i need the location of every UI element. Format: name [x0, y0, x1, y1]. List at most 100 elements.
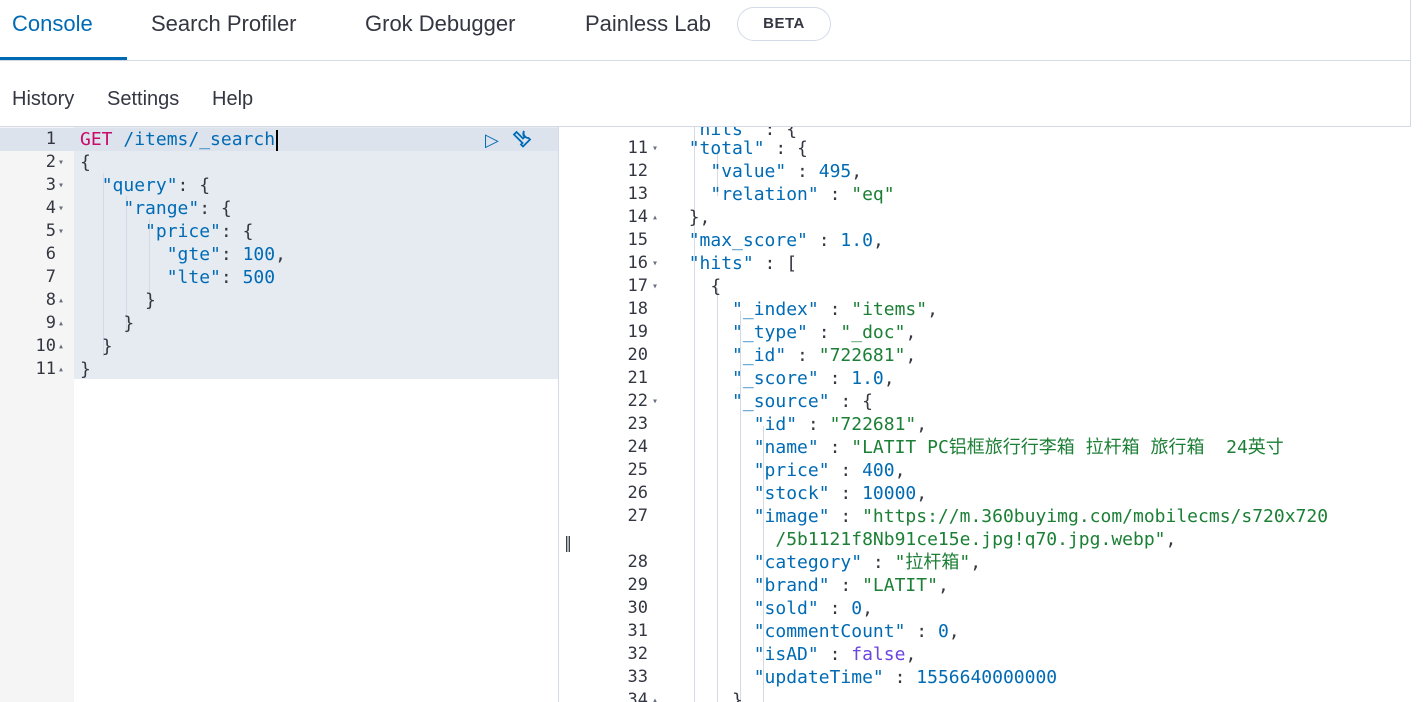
request-line: 10 ▴ }	[0, 335, 558, 358]
code-text: :	[818, 437, 852, 458]
line-number: 2	[45, 152, 56, 172]
line-number: 34	[627, 690, 648, 702]
fold-up-icon[interactable]: ▴	[58, 335, 64, 358]
request-line: 5 ▾ "price": {	[0, 220, 558, 243]
fold-down-icon[interactable]: ▾	[652, 275, 658, 298]
code-text: :	[818, 184, 852, 205]
json-number: 1.0	[840, 230, 873, 251]
fold-down-icon[interactable]: ▾	[58, 197, 64, 220]
pane-divider[interactable]	[558, 127, 583, 702]
response-line: 31 "commentCount" : 0,	[582, 620, 1140, 643]
json-boolean: false	[851, 644, 906, 665]
code-text: :	[818, 598, 852, 619]
fold-up-icon[interactable]: ▴	[58, 289, 64, 312]
json-string: "722681"	[829, 414, 917, 435]
line-number: 24	[627, 437, 648, 457]
fold-down-icon[interactable]: ▾	[652, 137, 658, 160]
line-number: 15	[627, 230, 648, 250]
code-text: ,	[916, 414, 928, 435]
json-key: "price"	[753, 460, 830, 481]
request-path: /items/_search	[123, 129, 276, 150]
grip-icon[interactable]: ‖	[564, 533, 572, 552]
code-text: :	[818, 368, 852, 389]
json-string: /5b1121f8Nb91ce15e.jpg!q70.jpg.webp"	[775, 529, 1166, 550]
response-line: 16 ▾ "hits" : [	[582, 252, 1140, 275]
fold-up-icon[interactable]: ▴	[58, 358, 64, 381]
json-number: 0	[851, 598, 863, 619]
code-text: :	[829, 506, 863, 527]
line-number: 9	[45, 313, 56, 333]
response-line: 33 "updateTime" : 1556640000000	[582, 666, 1140, 689]
json-key: "isAD"	[753, 644, 819, 665]
request-editor[interactable]: 1 GET /items/_search 2 ▾ { 3 ▾ "query": { …	[0, 127, 558, 702]
json-key: "_type"	[732, 322, 808, 343]
json-key: "updateTime"	[753, 667, 884, 688]
tab-console[interactable]: Console	[12, 0, 93, 60]
line-number: 8	[45, 290, 56, 310]
fold-up-icon[interactable]: ▴	[652, 206, 658, 229]
json-number: 1.0	[851, 368, 884, 389]
json-key: "_id"	[732, 345, 787, 366]
request-line: 6 "gte": 100,	[0, 243, 558, 266]
response-line: 34 ▴ }	[582, 689, 1140, 702]
code-text: :	[862, 552, 895, 573]
json-key: "total"	[688, 138, 765, 159]
history-link[interactable]: History	[12, 88, 74, 111]
response-line: 19 "_type" : "_doc",	[582, 321, 1140, 344]
json-key: "price"	[145, 221, 221, 242]
response-line: 17 ▾ {	[582, 275, 1140, 298]
json-string: "LATIT PC铝框旅行行李箱 拉杆箱 旅行箱 24英寸	[851, 437, 1284, 458]
fold-down-icon[interactable]: ▾	[58, 174, 64, 197]
tab-painless-lab[interactable]: Painless Lab	[585, 0, 711, 60]
line-number: 26	[627, 483, 648, 503]
response-line: 29 "brand" : "LATIT",	[582, 574, 1140, 597]
line-number: 11	[35, 359, 56, 379]
fold-down-icon[interactable]: ▾	[652, 390, 658, 413]
line-number: 20	[627, 345, 648, 365]
line-number: 17	[627, 276, 648, 296]
json-key: "stock"	[753, 483, 830, 504]
code-text: :	[829, 575, 863, 596]
line-number: 5	[45, 221, 56, 241]
code-text: ,	[927, 299, 938, 320]
code-text: },	[688, 207, 711, 228]
json-key: "id"	[753, 414, 798, 435]
response-line: 15 "max_score" : 1.0,	[582, 229, 1140, 252]
response-line: 28 "category" : "拉杆箱",	[582, 551, 1140, 574]
json-key: "brand"	[753, 575, 830, 596]
json-key: "_score"	[732, 368, 819, 389]
json-number: 1556640000000	[916, 667, 1058, 688]
json-key: "_index"	[732, 299, 819, 320]
active-tab-indicator	[0, 57, 127, 60]
tab-search-profiler[interactable]: Search Profiler	[151, 0, 297, 60]
line-number: 21	[627, 368, 648, 388]
fold-down-icon[interactable]: ▾	[652, 252, 658, 275]
fold-up-icon[interactable]: ▴	[58, 312, 64, 335]
code-text: :	[905, 621, 938, 642]
code-text: ,	[916, 483, 928, 504]
fold-down-icon[interactable]: ▾	[58, 151, 64, 174]
code-text: ,	[937, 575, 949, 596]
json-number: 495	[818, 161, 852, 182]
response-line: 11 ▾ "total" : {	[582, 137, 1140, 160]
json-key: "lte"	[166, 267, 221, 288]
response-line: 23 "id" : "722681",	[582, 413, 1140, 436]
code-text: : {	[177, 175, 211, 196]
code-text: ,	[948, 621, 960, 642]
code-text: :	[883, 667, 917, 688]
play-icon[interactable]: ▷	[485, 130, 499, 151]
code-text: : {	[199, 198, 232, 219]
settings-link[interactable]: Settings	[107, 88, 179, 111]
wrench-icon[interactable]	[510, 127, 534, 157]
response-line: 18 "_index" : "items",	[582, 298, 1140, 321]
request-line: 11 ▴ }	[0, 358, 558, 381]
json-key: "max_score"	[688, 230, 808, 251]
tab-grok-debugger[interactable]: Grok Debugger	[365, 0, 515, 60]
line-number: 11	[627, 138, 648, 158]
text-cursor	[276, 129, 279, 151]
fold-down-icon[interactable]: ▾	[58, 220, 64, 243]
json-string: "拉杆箱"	[894, 552, 971, 573]
line-number: 4	[45, 198, 56, 218]
fold-up-icon[interactable]: ▴	[652, 689, 658, 702]
help-link[interactable]: Help	[212, 88, 253, 111]
